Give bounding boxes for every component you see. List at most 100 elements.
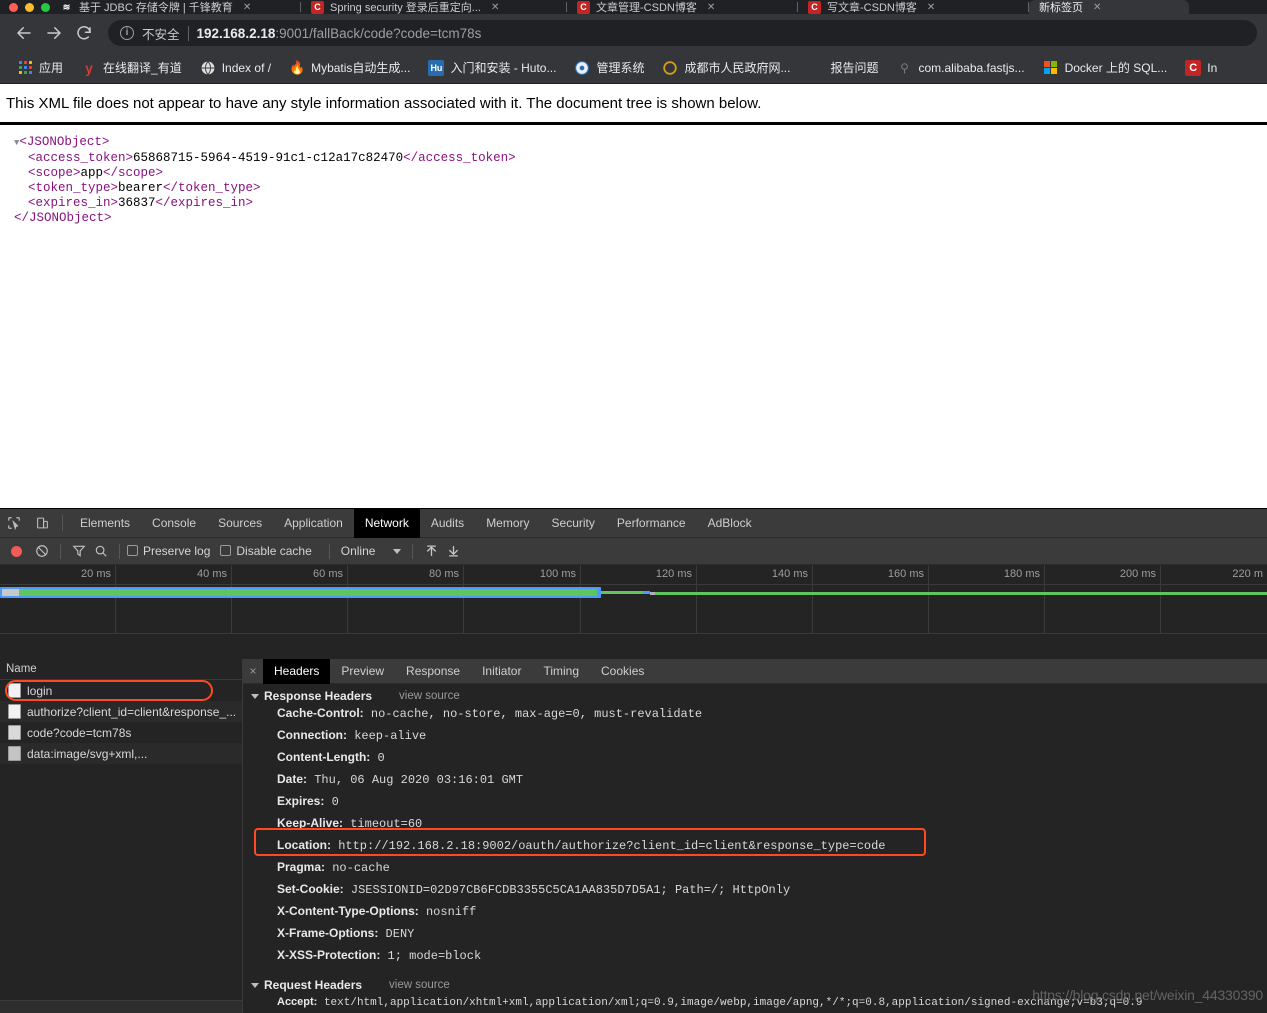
tab-performance[interactable]: Performance [606, 509, 697, 538]
forward-button[interactable] [40, 19, 68, 47]
bookmark-report-issue[interactable]: 报告问题 [799, 56, 887, 79]
tab-audits[interactable]: Audits [420, 509, 475, 538]
view-source-link[interactable]: view source [399, 690, 460, 702]
close-icon[interactable]: ✕ [707, 2, 715, 13]
url-path: :9001/fallBack/code?code=tcm78s [275, 25, 482, 41]
toggle-device-toolbar-icon[interactable] [28, 509, 56, 537]
response-headers-title: Response Headers [264, 689, 373, 703]
browser-tab-1[interactable]: C Spring security 登录后重定向... ✕ [301, 0, 566, 14]
browser-tab-3[interactable]: C 写文章-CSDN博客 ✕ [798, 0, 1028, 14]
request-list[interactable]: Name login authorize?client_id=client&re… [0, 659, 243, 1013]
close-icon[interactable]: ✕ [927, 2, 935, 13]
tab-console[interactable]: Console [141, 509, 207, 538]
tab-adblock[interactable]: AdBlock [697, 509, 763, 538]
microsoft-icon [1043, 60, 1059, 76]
network-overview-timeline[interactable]: 20 ms 40 ms 60 ms 80 ms 100 ms 120 ms 14… [0, 565, 1267, 634]
bookmark-index-of[interactable]: Index of / [191, 57, 280, 79]
info-circle-icon[interactable]: i [120, 26, 134, 40]
bookmark-admin-system[interactable]: 管理系统 [565, 56, 653, 79]
preserve-log-checkbox[interactable]: Preserve log [127, 544, 210, 558]
response-headers-title-row[interactable]: Response Headers view source [251, 689, 1267, 703]
disable-cache-label: Disable cache [236, 544, 312, 558]
bookmark-youdao[interactable]: y 在线翻译_有道 [72, 56, 191, 79]
inspect-element-icon[interactable] [0, 509, 28, 537]
bookmark-csdn[interactable]: C In [1176, 57, 1226, 79]
tab-sources[interactable]: Sources [207, 509, 273, 538]
xml-node-3: <expires_in>36837</expires_in> [6, 196, 1267, 211]
xml-close-tag: </expires_in> [155, 196, 254, 210]
back-button[interactable] [10, 19, 38, 47]
tab-headers[interactable]: Headers [263, 659, 331, 684]
bookmark-label: Docker 上的 SQL... [1064, 61, 1168, 75]
close-window-button[interactable] [9, 3, 18, 12]
import-har-button[interactable] [420, 540, 442, 562]
tab-timing[interactable]: Timing [532, 659, 590, 684]
close-icon[interactable]: ✕ [1093, 2, 1101, 13]
tab-memory[interactable]: Memory [475, 509, 540, 538]
throttling-select[interactable]: Online [341, 544, 402, 558]
minimize-window-button[interactable] [25, 3, 34, 12]
table-row[interactable]: authorize?client_id=client&response_... [0, 701, 242, 722]
text-document-icon [8, 725, 21, 740]
filter-button[interactable] [68, 540, 90, 562]
header-row: Pragma: no-cache [251, 857, 1267, 879]
response-headers-section: Response Headers view source Cache-Contr… [243, 684, 1267, 967]
table-row[interactable]: login [0, 680, 242, 701]
tab-elements[interactable]: Elements [69, 509, 141, 538]
toolbar-divider [328, 543, 330, 559]
document-icon [8, 704, 21, 719]
bookmark-label: 应用 [39, 61, 64, 75]
xml-style-notice: This XML file does not appear to have an… [6, 95, 762, 112]
search-button[interactable] [90, 540, 112, 562]
maximize-window-button[interactable] [41, 3, 50, 12]
chevron-down-icon [393, 548, 402, 554]
bookmark-label: 在线翻译_有道 [103, 61, 182, 75]
bookmark-docker-sql[interactable]: Docker 上的 SQL... [1034, 56, 1177, 79]
checkbox-icon[interactable] [127, 545, 138, 556]
close-icon[interactable]: × [243, 664, 263, 678]
collapse-triangle-icon[interactable] [251, 693, 259, 699]
clear-button[interactable] [31, 540, 53, 562]
disable-cache-checkbox[interactable]: Disable cache [220, 544, 312, 558]
window-controls[interactable] [0, 3, 50, 14]
header-row: Content-Length: 0 [251, 747, 1267, 769]
table-row[interactable]: data:image/svg+xml,... [0, 743, 242, 764]
tab-response[interactable]: Response [395, 659, 471, 684]
collapse-triangle-icon[interactable] [251, 982, 259, 988]
export-har-button[interactable] [442, 540, 464, 562]
bookmark-label: 成都市人民政府网... [684, 61, 791, 75]
xml-open-tag: <access_token> [28, 151, 134, 165]
xml-root-open-line[interactable]: ▼<JSONObject> [6, 135, 1267, 151]
tab-network[interactable]: Network [353, 509, 420, 538]
reload-button[interactable] [70, 19, 98, 47]
table-row[interactable]: code?code=tcm78s [0, 722, 242, 743]
close-icon[interactable]: ✕ [491, 2, 499, 13]
tab-preview[interactable]: Preview [330, 659, 395, 684]
view-source-link[interactable]: view source [389, 979, 450, 991]
tick-label: 80 ms [429, 568, 459, 580]
bookmark-chengdu-gov[interactable]: 成都市人民政府网... [653, 56, 799, 79]
tick-label: 20 ms [81, 568, 111, 580]
address-bar[interactable]: i 不安全 192.168.2.18:9001/fallBack/code?co… [108, 20, 1257, 46]
bookmark-hutool[interactable]: Hu 入门和安装 - Huto... [419, 56, 565, 79]
network-toolbar: Preserve log Disable cache Online [0, 538, 1267, 565]
browser-tab-0[interactable]: ≋ 基于 JDBC 存储令牌 | 千锋教育 ✕ [50, 0, 300, 15]
browser-tab-4[interactable]: 新标签页 ✕ [1029, 0, 1189, 14]
close-icon[interactable]: ✕ [243, 2, 251, 13]
tick-label: 200 ms [1119, 568, 1156, 580]
waterfall-row-0 [0, 587, 1267, 598]
browser-tab-2[interactable]: C 文章管理-CSDN博客 ✕ [567, 0, 797, 14]
tab-application[interactable]: Application [273, 509, 354, 538]
bookmark-apps[interactable]: 应用 [8, 56, 72, 79]
header-row: Expires: 0 [251, 791, 1267, 813]
record-button[interactable] [11, 545, 22, 557]
tab-cookies[interactable]: Cookies [590, 659, 655, 684]
header-row: Date: Thu, 06 Aug 2020 03:16:01 GMT [251, 769, 1267, 791]
bookmark-fastjson[interactable]: ⚲ com.alibaba.fastjs... [888, 57, 1034, 79]
header-name: Location: [277, 838, 331, 852]
bookmark-mybatis[interactable]: 🔥 Mybatis自动生成... [280, 56, 419, 79]
tab-initiator[interactable]: Initiator [471, 659, 532, 684]
header-value: JSESSIONID=02D97CB6FCDB3355C5CA1AA835D7D… [350, 883, 791, 897]
checkbox-icon[interactable] [220, 545, 232, 556]
tab-security[interactable]: Security [541, 509, 606, 538]
